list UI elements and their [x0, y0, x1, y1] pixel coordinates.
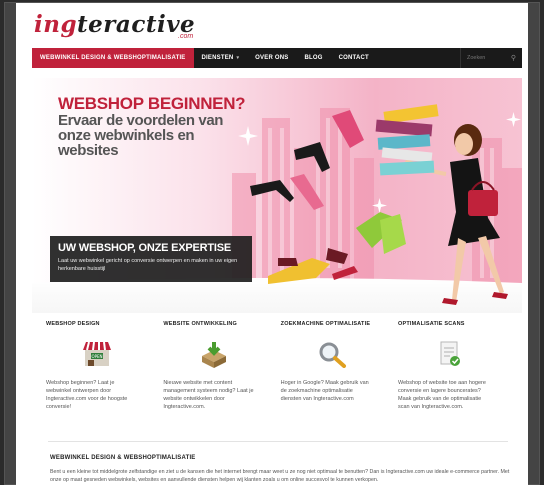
svg-text:OPEN: OPEN — [91, 354, 102, 359]
service-text: Hoger in Google? Maak gebruik van de zoe… — [280, 380, 369, 402]
service-zoekmachine-optimalisatie[interactable]: ZOEKMACHINE OPTIMALISATIE Hoger in Googl… — [281, 317, 391, 427]
nav-item-contact[interactable]: CONTACT — [331, 48, 377, 68]
divider — [48, 441, 508, 442]
service-text: Webshop of website toe aan hogere conver… — [397, 380, 486, 410]
search-input[interactable] — [467, 55, 507, 61]
service-text: Webshop beginnen? Laat je webwinkel ontw… — [46, 380, 128, 410]
hero-caption-text: Laat uw webwinkel gericht op conversie o… — [58, 258, 238, 272]
service-text: Nieuwe website met content management sy… — [163, 380, 254, 410]
nav-search: ⚲ — [460, 48, 522, 68]
main-nav: WEBWINKEL DESIGN & WEBSHOPTIMALISATIE DI… — [32, 48, 522, 68]
hero-title: WEBSHOP BEGINNEN? — [58, 94, 246, 113]
service-optimalisatie-scans[interactable]: OPTIMALISATIE SCANS Webshop of website t… — [398, 317, 508, 427]
nav-item-over-ons[interactable]: OVER ONS — [247, 48, 296, 68]
logo[interactable]: ingteractive .com — [34, 11, 195, 47]
service-webshop-design[interactable]: WEBSHOP DESIGN OPEN Webshop beginnen? La… — [46, 317, 156, 427]
hero-caption-box[interactable]: UW WEBSHOP, ONZE EXPERTISE Laat uw webwi… — [50, 236, 252, 282]
hero-banner[interactable]: WEBSHOP BEGINNEN? Ervaar de voordelen va… — [32, 78, 522, 313]
search-icon[interactable]: ⚲ — [511, 54, 516, 62]
shop-icon: OPEN — [80, 339, 114, 369]
nav-item-webwinkel-design[interactable]: WEBWINKEL DESIGN & WEBSHOPTIMALISATIE — [32, 48, 194, 68]
logo-wordmark: ingteractive — [34, 11, 196, 38]
download-box-icon — [197, 339, 231, 369]
service-title: OPTIMALISATIE SCANS — [397, 321, 465, 327]
hero-subtitle: Ervaar de voordelen van onze webwinkels … — [58, 112, 224, 159]
magnifier-icon — [315, 339, 349, 369]
service-website-ontwikkeling[interactable]: WEBSITE ONTWIKKELING Nieuwe website met … — [163, 317, 273, 427]
hero-caption-title: UW WEBSHOP, ONZE EXPERTISE — [58, 242, 232, 254]
logo-suffix: .com — [178, 33, 194, 40]
service-title: WEBSHOP DESIGN — [46, 321, 100, 327]
services-row: WEBSHOP DESIGN OPEN Webshop beginnen? La… — [32, 317, 522, 427]
page: ingteractive .com WEBWINKEL DESIGN & WEB… — [16, 3, 528, 485]
nav-item-blog[interactable]: BLOG — [296, 48, 330, 68]
chevron-down-icon: ▾ — [236, 55, 240, 61]
shoe-box-stack — [375, 104, 439, 176]
service-title: ZOEKMACHINE OPTIMALISATIE — [280, 321, 371, 327]
service-title: WEBSITE ONTWIKKELING — [163, 321, 237, 327]
section-text: Bent u een kleine tot middelgrote zelfst… — [50, 469, 510, 483]
nav-item-diensten[interactable]: DIENSTEN ▾ — [194, 48, 248, 68]
document-check-icon — [432, 339, 466, 369]
section-title: WEBWINKEL DESIGN & WEBSHOPTIMALISATIE — [50, 455, 196, 461]
